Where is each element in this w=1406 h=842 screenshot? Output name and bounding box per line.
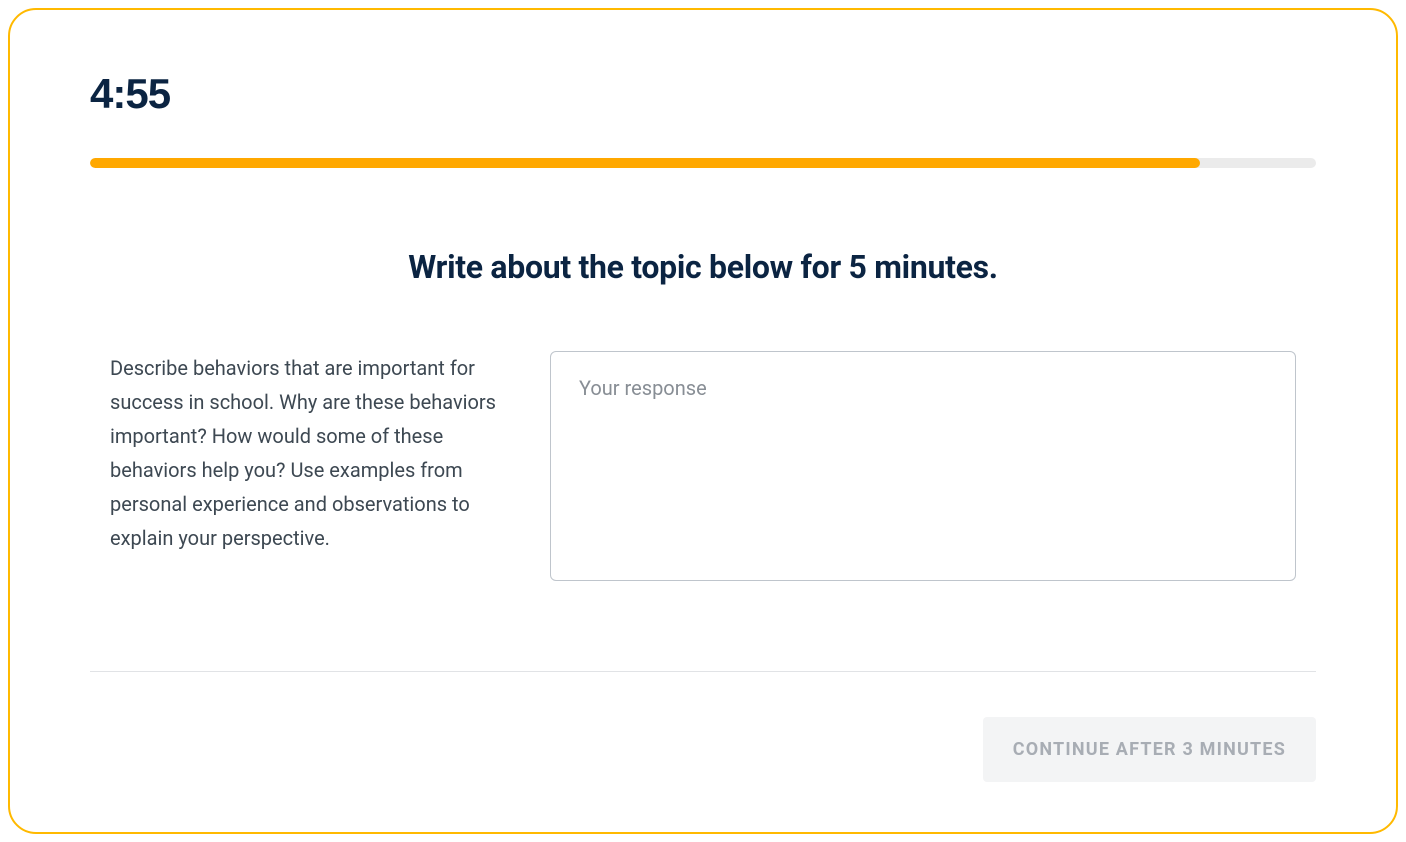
progress-bar <box>90 158 1316 168</box>
footer: CONTINUE AFTER 3 MINUTES <box>90 717 1316 782</box>
response-input[interactable] <box>550 351 1296 581</box>
content-area: Describe behaviors that are important fo… <box>90 351 1316 581</box>
divider <box>90 671 1316 672</box>
continue-button[interactable]: CONTINUE AFTER 3 MINUTES <box>983 717 1316 782</box>
prompt-text: Describe behaviors that are important fo… <box>110 351 500 581</box>
test-container: 4:55 Write about the topic below for 5 m… <box>8 8 1398 834</box>
progress-fill <box>90 158 1200 168</box>
countdown-timer: 4:55 <box>90 70 1316 118</box>
instruction-heading: Write about the topic below for 5 minute… <box>90 248 1316 286</box>
